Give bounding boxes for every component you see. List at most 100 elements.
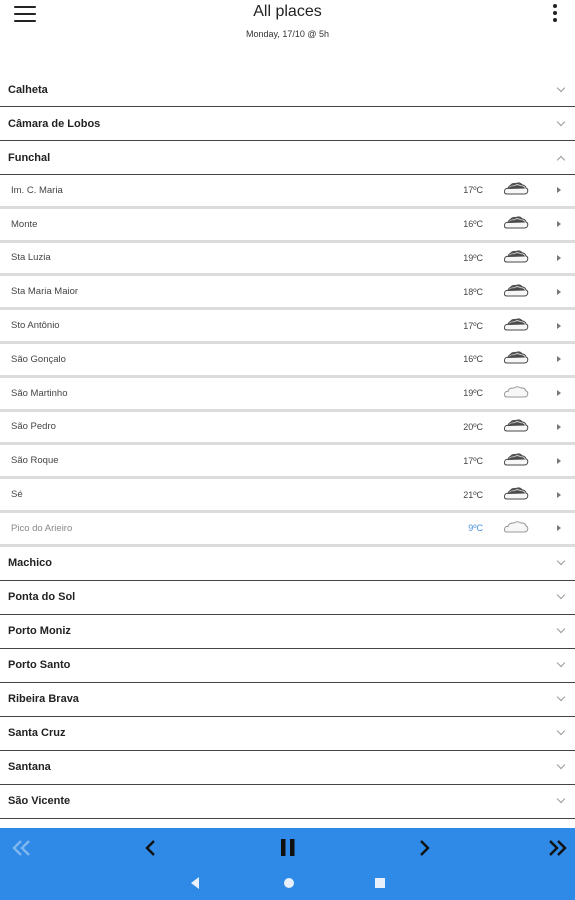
chevron-down-icon	[556, 795, 566, 804]
temperature: 16ºC	[463, 354, 483, 365]
group-name: Ponta do Sol	[8, 591, 76, 604]
arrow-right-icon	[557, 525, 561, 532]
page-subtitle: Monday, 17/10 @ 5h	[245, 29, 330, 39]
group-name: Câmara de Lobos	[8, 117, 101, 130]
group-row-santa-cruz[interactable]: Santa Cruz	[0, 717, 575, 751]
page-title: All places	[253, 3, 322, 20]
first-icon[interactable]	[4, 834, 38, 862]
temperature: 17ºC	[463, 455, 483, 466]
group-name: São Vicente	[8, 795, 71, 808]
group-name: Santana	[8, 761, 51, 774]
place-row-sao-goncalo[interactable]: São Gonçalo 16ºC	[0, 343, 575, 378]
place-row-se[interactable]: Sé 21ºC	[0, 479, 575, 513]
place-row-monte[interactable]: Monte 16ºC	[0, 208, 575, 243]
temperature: 18ºC	[463, 286, 483, 297]
place-row-sao-roque[interactable]: São Roque 17ºC	[0, 445, 575, 480]
cloud-icon	[503, 418, 529, 434]
chevron-down-icon	[556, 727, 566, 736]
place-row-sao-pedro[interactable]: São Pedro 20ºC	[0, 411, 575, 446]
place-name: Sta Luzia	[11, 252, 51, 264]
arrow-right-icon	[557, 221, 561, 228]
group-row-porto-moniz[interactable]: Porto Moniz	[0, 615, 575, 649]
cloud-icon	[503, 317, 529, 333]
place-row-sta-maria-maior[interactable]: Sta Maria Maior 18ºC	[0, 276, 575, 311]
arrow-right-icon	[557, 187, 561, 194]
arrow-right-icon	[557, 457, 561, 464]
place-row-sao-martinho[interactable]: São Martinho 19ºC	[0, 377, 575, 412]
more-groups: Machico Ponta do Sol Porto Moniz Porto Sant…	[0, 547, 575, 819]
last-icon[interactable]	[541, 834, 575, 862]
group-row-camara-de-lobos[interactable]: Câmara de Lobos	[0, 107, 575, 141]
chevron-up-icon	[556, 155, 566, 164]
group-name: Porto Moniz	[8, 625, 71, 638]
group-row-calheta[interactable]: Calheta	[0, 73, 575, 107]
temperature: 21ºC	[463, 489, 483, 500]
arrow-right-icon	[557, 423, 561, 430]
place-name: Im. C. Maria	[11, 184, 63, 196]
arrow-right-icon	[557, 491, 561, 498]
temperature: 16ºC	[463, 219, 483, 230]
next-icon[interactable]	[407, 834, 441, 862]
chevron-down-icon	[556, 83, 566, 92]
group-name: Machico	[8, 557, 53, 570]
group-name: Santa Cruz	[8, 727, 66, 740]
place-name: São Martinho	[11, 387, 68, 399]
back-icon[interactable]	[189, 876, 201, 895]
place-row-sto-antonio[interactable]: Sto Antônio 17ºC	[0, 310, 575, 344]
cloud-icon	[503, 215, 529, 231]
group-row-machico[interactable]: Machico	[0, 547, 575, 581]
temperature: 9ºC	[468, 523, 483, 534]
chevron-down-icon	[556, 761, 566, 770]
group-row-porto-santo[interactable]: Porto Santo	[0, 649, 575, 683]
place-name: Sto Antônio	[11, 320, 60, 332]
arrow-right-icon	[557, 254, 561, 261]
chevron-down-icon	[556, 591, 566, 600]
temperature: 17ºC	[463, 320, 483, 331]
cloud-icon	[503, 384, 529, 400]
group-name: Ribeira Brava	[8, 693, 79, 706]
place-name: São Gonçalo	[11, 353, 66, 365]
temperature: 19ºC	[463, 388, 483, 399]
cloud-icon	[503, 249, 529, 265]
more-vert-icon[interactable]	[551, 3, 559, 23]
group-row-funchal[interactable]: Funchal	[0, 141, 575, 175]
cloud-icon	[503, 181, 529, 197]
places-list: Calheta Câmara de Lobos Funchal Im. C. M…	[0, 73, 575, 819]
group-row-ribeira-brava[interactable]: Ribeira Brava	[0, 683, 575, 717]
place-name: Pico do Arieiro	[11, 522, 73, 534]
chevron-down-icon	[556, 625, 566, 634]
cloud-icon	[503, 486, 529, 502]
place-row-im-c-maria[interactable]: Im. C. Maria 17ºC	[0, 175, 575, 209]
chevron-down-icon	[556, 659, 566, 668]
temperature: 17ºC	[463, 185, 483, 196]
home-icon[interactable]	[282, 876, 296, 895]
place-name: Monte	[11, 218, 38, 230]
place-name: São Roque	[11, 455, 59, 467]
place-row-sta-luzia[interactable]: Sta Luzia 19ºC	[0, 242, 575, 277]
temperature: 20ºC	[463, 421, 483, 432]
cloud-icon	[503, 283, 529, 299]
chevron-down-icon	[556, 557, 566, 566]
arrow-right-icon	[557, 390, 561, 397]
group-name: Porto Santo	[8, 659, 71, 672]
place-name: Sé	[11, 489, 23, 501]
place-row-pico-do-arieiro[interactable]: Pico do Arieiro 9ºC	[0, 512, 575, 547]
cloud-icon	[503, 519, 529, 535]
group-row-ponta-do-sol[interactable]: Ponta do Sol	[0, 581, 575, 615]
arrow-right-icon	[557, 322, 561, 329]
pause-icon[interactable]	[271, 834, 305, 862]
place-name: São Pedro	[11, 421, 56, 433]
app-header: All places Monday, 17/10 @ 5h	[0, 0, 575, 80]
chevron-down-icon	[556, 117, 566, 126]
temperature: 19ºC	[463, 252, 483, 263]
group-row-sao-vicente[interactable]: São Vicente	[0, 785, 575, 819]
funchal-places: Im. C. Maria 17ºC Monte 16ºC Sta Luzia 19ºC St…	[0, 175, 575, 547]
place-name: Sta Maria Maior	[11, 286, 79, 298]
cloud-icon	[503, 452, 529, 468]
group-row-santana[interactable]: Santana	[0, 751, 575, 785]
group-name: Calheta	[8, 83, 48, 96]
arrow-right-icon	[557, 288, 561, 295]
recents-icon[interactable]	[374, 876, 386, 895]
cloud-icon	[503, 350, 529, 366]
prev-icon[interactable]	[134, 834, 168, 862]
